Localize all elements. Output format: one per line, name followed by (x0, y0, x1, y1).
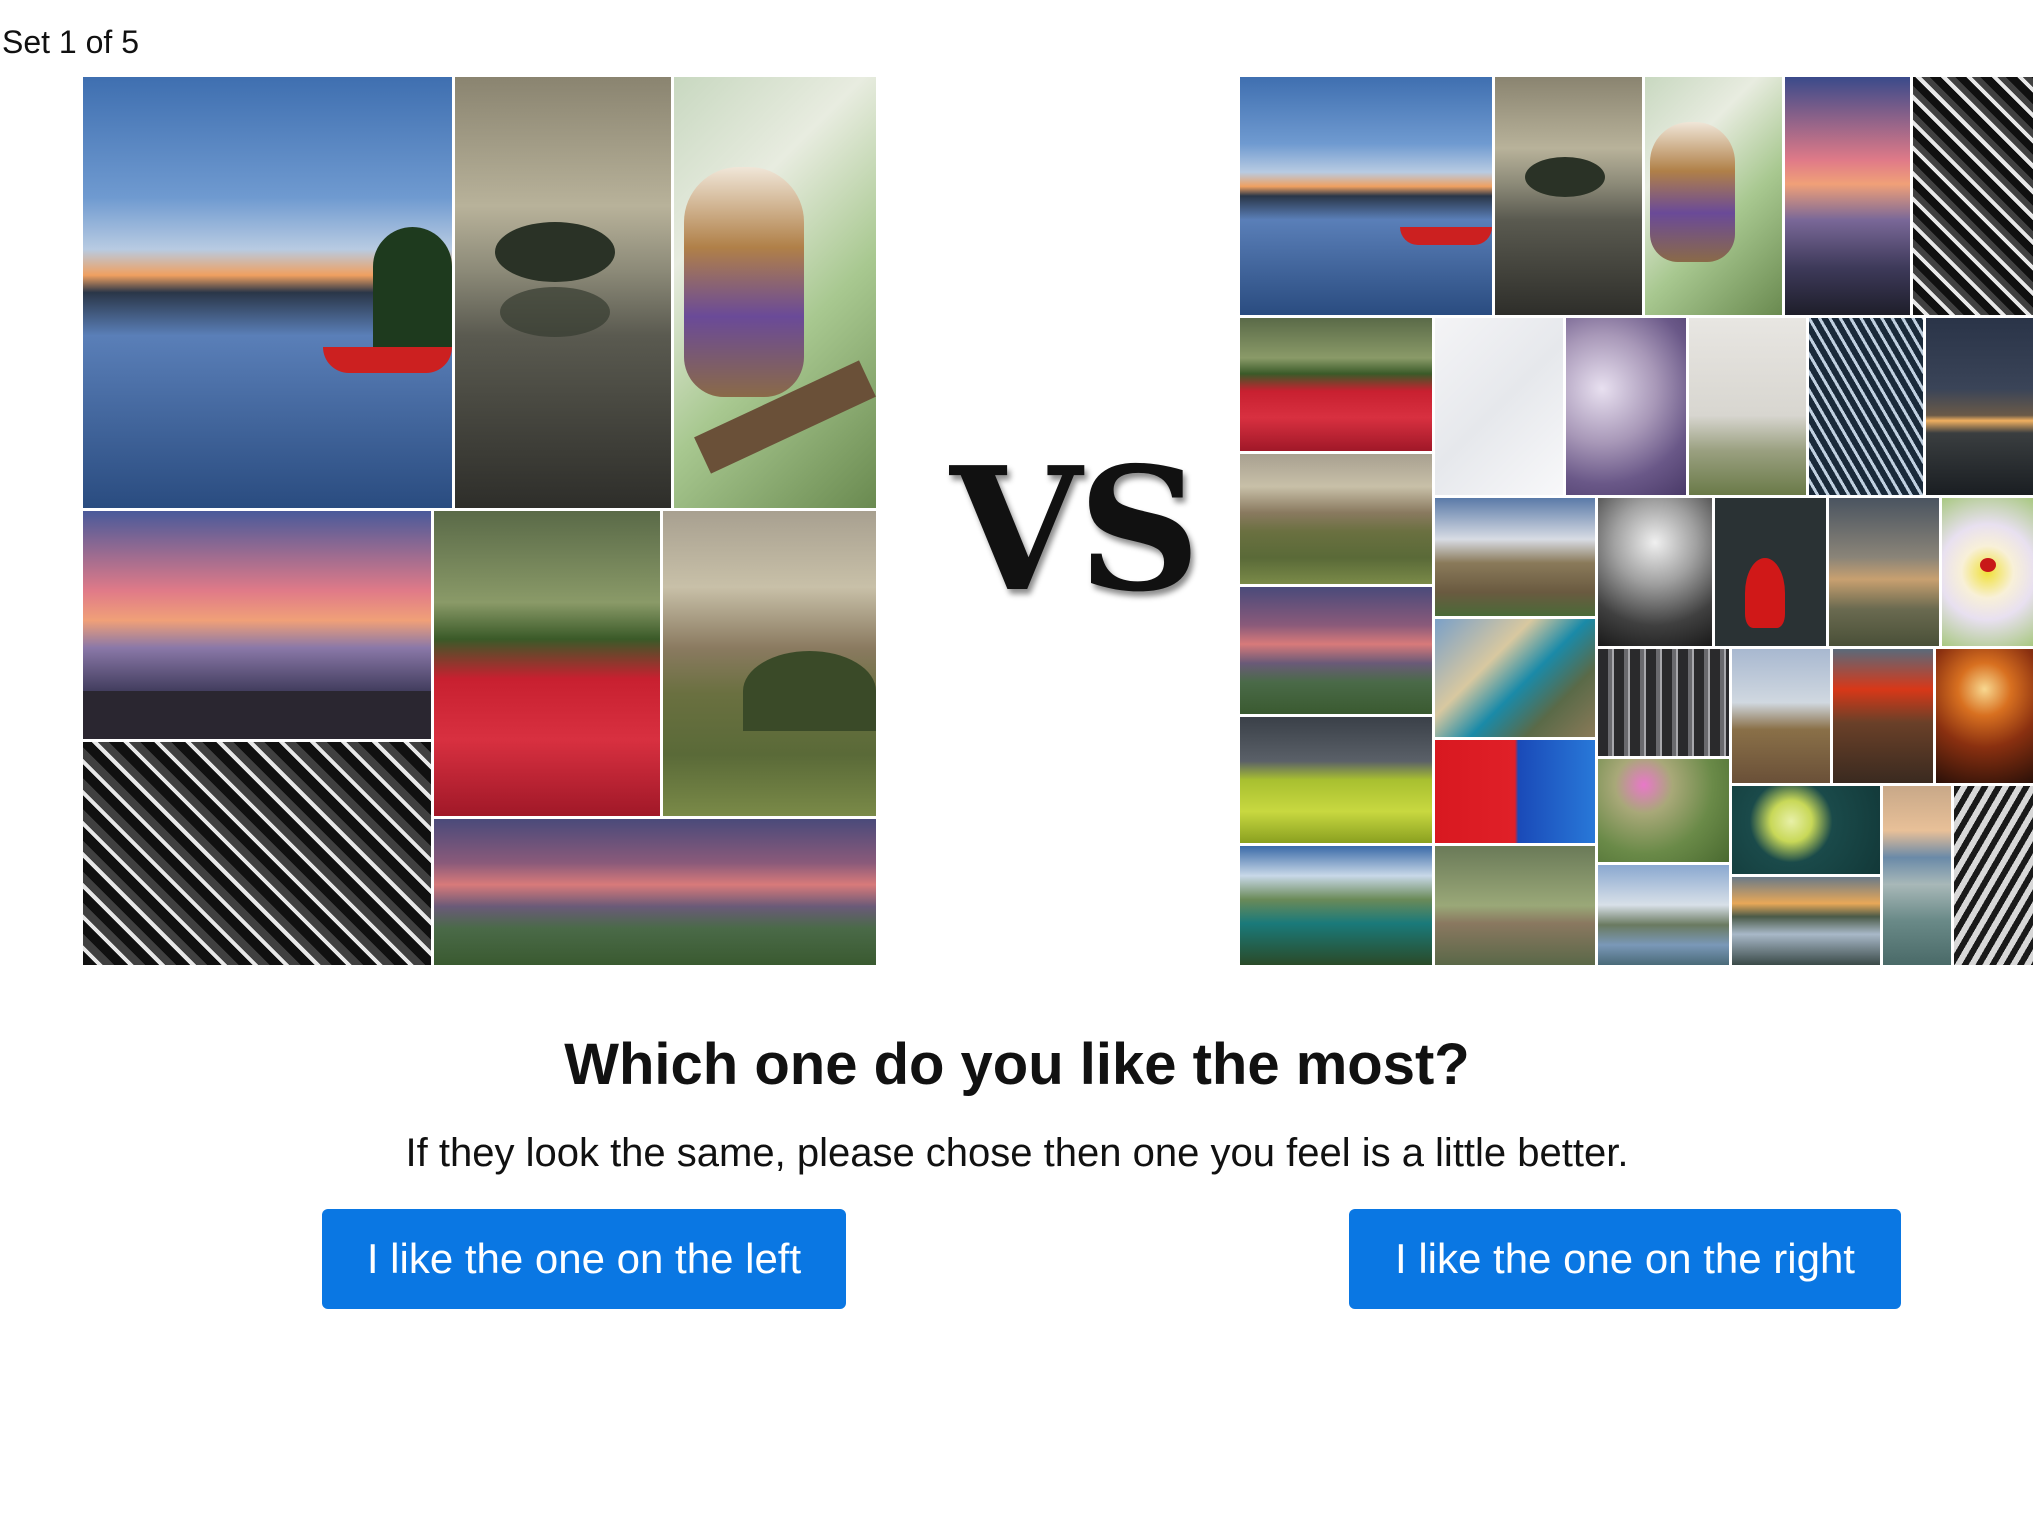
ladybug-on-flower-image (1942, 498, 2033, 646)
red-flowers-forest-image (434, 511, 660, 816)
question-heading: Which one do you like the most? (564, 1032, 1470, 1097)
woman-red-turban-image (1833, 649, 1933, 783)
purple-clouds-mountains-image (1240, 587, 1432, 714)
misty-lake-tree-reflection-image (1495, 77, 1642, 315)
rolling-fields-trees-image (1240, 454, 1432, 584)
city-cathedral-image (1732, 649, 1830, 783)
beach-sunset-image (1883, 786, 1951, 965)
barn-owl-on-branch-image (1645, 77, 1782, 315)
night-lake-stars-image (1926, 318, 2033, 495)
bird-on-branch-image (1435, 846, 1595, 965)
zebra-closeup-image (1954, 786, 2033, 965)
choose-right-button[interactable]: I like the one on the right (1349, 1209, 1901, 1309)
choose-left-button[interactable]: I like the one on the left (322, 1209, 846, 1309)
river-sunset-reflection-image (1732, 877, 1880, 965)
pink-cyclamen-image (1598, 759, 1729, 862)
glass-dome-roof-image (1809, 318, 1923, 495)
street-lamp-night-image (1936, 649, 2033, 783)
windmill-canal-image (1598, 865, 1729, 965)
barn-owl-on-branch-image (674, 77, 876, 508)
elephant-sculpture-image (1435, 498, 1595, 616)
airplane-sky-white-image (1435, 318, 1563, 495)
purple-flowers-bokeh-image (1566, 318, 1686, 495)
green-field-storm-image (1240, 717, 1432, 843)
foggy-meadow-image (1689, 318, 1806, 495)
coastal-highway-image (1435, 619, 1595, 737)
pink-sunset-rocky-shore-image (1785, 77, 1910, 315)
hint-text: If they look the same, please chose then… (405, 1131, 1629, 1175)
skyscraper-facade-image (83, 742, 431, 965)
lake-sunset-red-boat-image (1240, 77, 1492, 315)
purple-clouds-mountains-image (434, 819, 876, 965)
figures-in-fog-image (1598, 498, 1712, 646)
rolling-fields-trees-image (663, 511, 876, 816)
left-collage[interactable] (83, 77, 876, 965)
right-collage[interactable] (1240, 77, 2033, 965)
dark-pillars-image (1598, 649, 1729, 756)
set-counter: Set 1 of 5 (2, 24, 139, 60)
mountain-lake-aerial-image (1240, 846, 1432, 965)
lime-slice-image (1732, 786, 1880, 874)
skyscraper-facade-image (1913, 77, 2033, 315)
pink-sunset-rocky-shore-image (83, 511, 431, 739)
misty-lake-tree-reflection-image (455, 77, 671, 508)
red-door-blue-wall-image (1435, 740, 1595, 843)
red-bird-sculpture-image (1715, 498, 1826, 646)
red-flowers-forest-image (1240, 318, 1432, 451)
lake-sunset-red-boat-image (83, 77, 452, 508)
misty-field-sunrise-image (1829, 498, 1939, 646)
vs-separator: VS (950, 430, 1201, 630)
